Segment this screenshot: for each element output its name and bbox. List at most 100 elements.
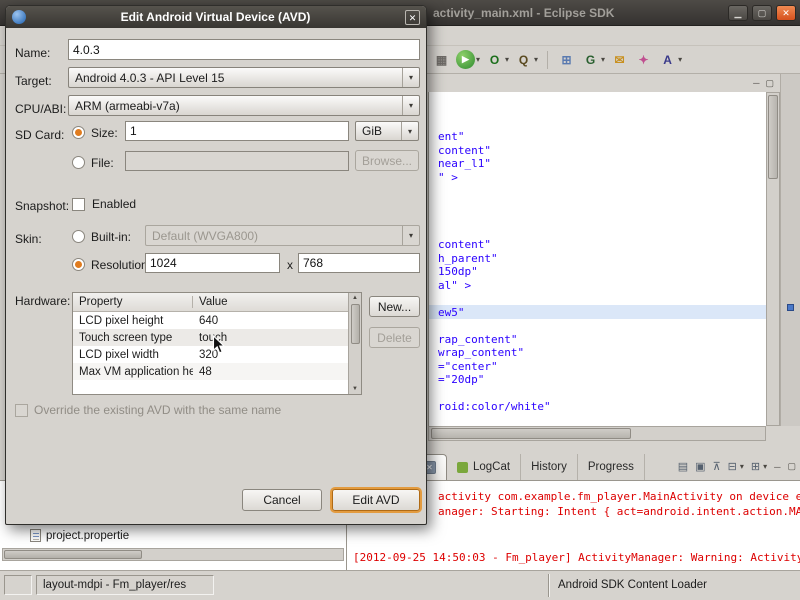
resolution-x-label: x [287,258,293,272]
scrollbar-thumb[interactable] [431,428,631,439]
cell-value: 640 [199,314,219,327]
run-icon[interactable]: ▶ [456,50,475,69]
overview-ruler[interactable] [780,74,800,426]
resolution-label: Resolution: [91,258,152,272]
cancel-button[interactable]: Cancel [242,489,322,511]
statusbar-separator [548,574,550,597]
editor-vertical-scrollbar[interactable] [766,92,780,426]
cpu-value: ARM (armeabi-v7a) [75,98,180,113]
explorer-horizontal-scrollbar[interactable] [2,548,344,561]
minimize-panel-icon[interactable]: ─ [774,462,780,472]
debug-icon[interactable]: O [485,50,504,69]
editor-tab-strip: ─ ▢ [428,74,780,92]
sdk-manager-icon[interactable]: ▦ [432,50,451,69]
table-row[interactable]: Touch screen type touch [73,329,349,346]
scroll-up-icon[interactable]: ▲ [352,293,358,303]
display-console-icon[interactable]: ⊟ [728,460,737,473]
chevron-down-icon: ▾ [402,96,419,115]
annotation-icon[interactable]: A [658,50,677,69]
tab-logcat[interactable]: LogCat [447,454,522,480]
dialog-titlebar[interactable]: Edit Android Virtual Device (AVD) ✕ [6,6,426,28]
override-label: Override the existing AVD with the same … [34,403,282,417]
cell-value: 48 [199,365,212,378]
list-item[interactable]: project.propertie [30,529,129,542]
resolution-height-input[interactable] [298,253,420,273]
cpu-select[interactable]: ARM (armeabi-v7a) ▾ [68,95,420,116]
open-type-icon[interactable]: G [581,50,600,69]
search-icon[interactable]: ✦ [634,50,653,69]
screen: activity_main.xml - Eclipse SDK ▁ ▢ ✕ ▦ … [0,0,800,600]
chevron-down-icon: ▾ [401,122,418,140]
sdcard-unit-value: GiB [362,124,383,138]
hardware-table-scrollbar[interactable]: ▲ ▼ [348,293,361,394]
snapshot-enabled-checkbox[interactable] [72,198,85,211]
edit-avd-button[interactable]: Edit AVD [332,489,420,511]
sdcard-file-radio[interactable] [72,156,85,169]
scrollbar-thumb[interactable] [768,95,778,179]
sdcard-file-input [125,151,349,171]
pin-console-icon[interactable]: ⊼ [713,460,721,473]
table-row[interactable]: LCD pixel width 320 [73,346,349,363]
maximize-editor-icon[interactable]: ▢ [765,78,774,89]
column-header-value[interactable]: Value [193,296,361,308]
scrollbar-thumb[interactable] [4,550,142,559]
display-console-dropdown-icon[interactable]: ▾ [740,462,744,471]
open-console-icon[interactable]: ⊞ [751,460,760,473]
close-window-icon[interactable]: ✕ [776,5,796,21]
override-checkbox [15,404,28,417]
minimize-editor-icon[interactable]: ─ [753,78,759,88]
column-header-property[interactable]: Property [73,296,193,308]
scroll-down-icon[interactable]: ▼ [352,384,358,394]
minimize-window-icon[interactable]: ▁ [728,5,748,21]
window-title: activity_main.xml - Eclipse SDK [433,6,615,20]
resolution-width-input[interactable] [145,253,280,273]
clear-console-icon[interactable]: ▤ [678,460,688,473]
statusbar-selection: layout-mdpi - Fm_player/res [36,575,214,595]
tab-progress[interactable]: Progress [578,454,645,480]
new-label: New... [377,299,412,314]
tab-label: LogCat [473,461,511,473]
maximize-panel-icon[interactable]: ▢ [787,461,796,472]
tab-history[interactable]: History [521,454,578,480]
coverage-icon[interactable]: Q [514,50,533,69]
skin-builtin-radio[interactable] [72,230,85,243]
open-console-dropdown-icon[interactable]: ▾ [763,462,767,471]
cell-property: LCD pixel height [79,314,164,327]
scroll-lock-icon[interactable]: ▣ [695,460,705,473]
mail-icon[interactable]: ✉ [610,50,629,69]
maximize-window-icon[interactable]: ▢ [752,5,772,21]
skin-resolution-radio[interactable] [72,258,85,271]
dialog-title: Edit Android Virtual Device (AVD) [120,10,311,24]
cell-property: Touch screen type [79,331,173,344]
new-hardware-button[interactable]: New... [369,296,420,317]
statusbar-toggle[interactable] [4,575,32,595]
debug-dropdown-icon[interactable]: ▾ [505,55,509,64]
code-text[interactable]: ent" content" near_l1" " > content" h_pa… [438,130,551,414]
dialog-icon [12,10,26,24]
annotation-dropdown-icon[interactable]: ▾ [678,55,682,64]
cell-value: 320 [199,348,219,361]
coverage-dropdown-icon[interactable]: ▾ [534,55,538,64]
statusbar-progress: Android SDK Content Loader [558,579,707,591]
overview-marker[interactable] [787,304,794,311]
run-dropdown-icon[interactable]: ▾ [476,55,480,64]
close-dialog-icon[interactable]: ✕ [405,9,420,25]
avd-dialog: Edit Android Virtual Device (AVD) ✕ Name… [5,5,427,525]
xml-editor[interactable]: ent" content" near_l1" " > content" h_pa… [428,92,766,426]
open-type-dropdown-icon[interactable]: ▾ [601,55,605,64]
table-row[interactable]: Max VM application hea 48 [73,363,349,380]
chevron-down-icon: ▾ [402,68,419,87]
table-row[interactable]: LCD pixel height 640 [73,312,349,329]
target-select[interactable]: Android 4.0.3 - API Level 15 ▾ [68,67,420,88]
editor-horizontal-scrollbar[interactable] [428,426,766,441]
file-name: project.propertie [46,529,130,542]
console-line: activity com.example.fm_player.MainActiv… [438,490,800,503]
new-wizard-icon[interactable]: ⊞ [557,50,576,69]
sdcard-unit-select[interactable]: GiB ▾ [355,121,419,141]
name-input[interactable] [68,39,420,60]
sdcard-size-input[interactable] [125,121,349,141]
sdcard-size-radio[interactable] [72,126,85,139]
snapshot-enabled-label: Enabled [92,197,137,211]
hardware-table[interactable]: Property Value LCD pixel height 640 Touc… [72,292,362,395]
scrollbar-thumb[interactable] [350,304,360,344]
